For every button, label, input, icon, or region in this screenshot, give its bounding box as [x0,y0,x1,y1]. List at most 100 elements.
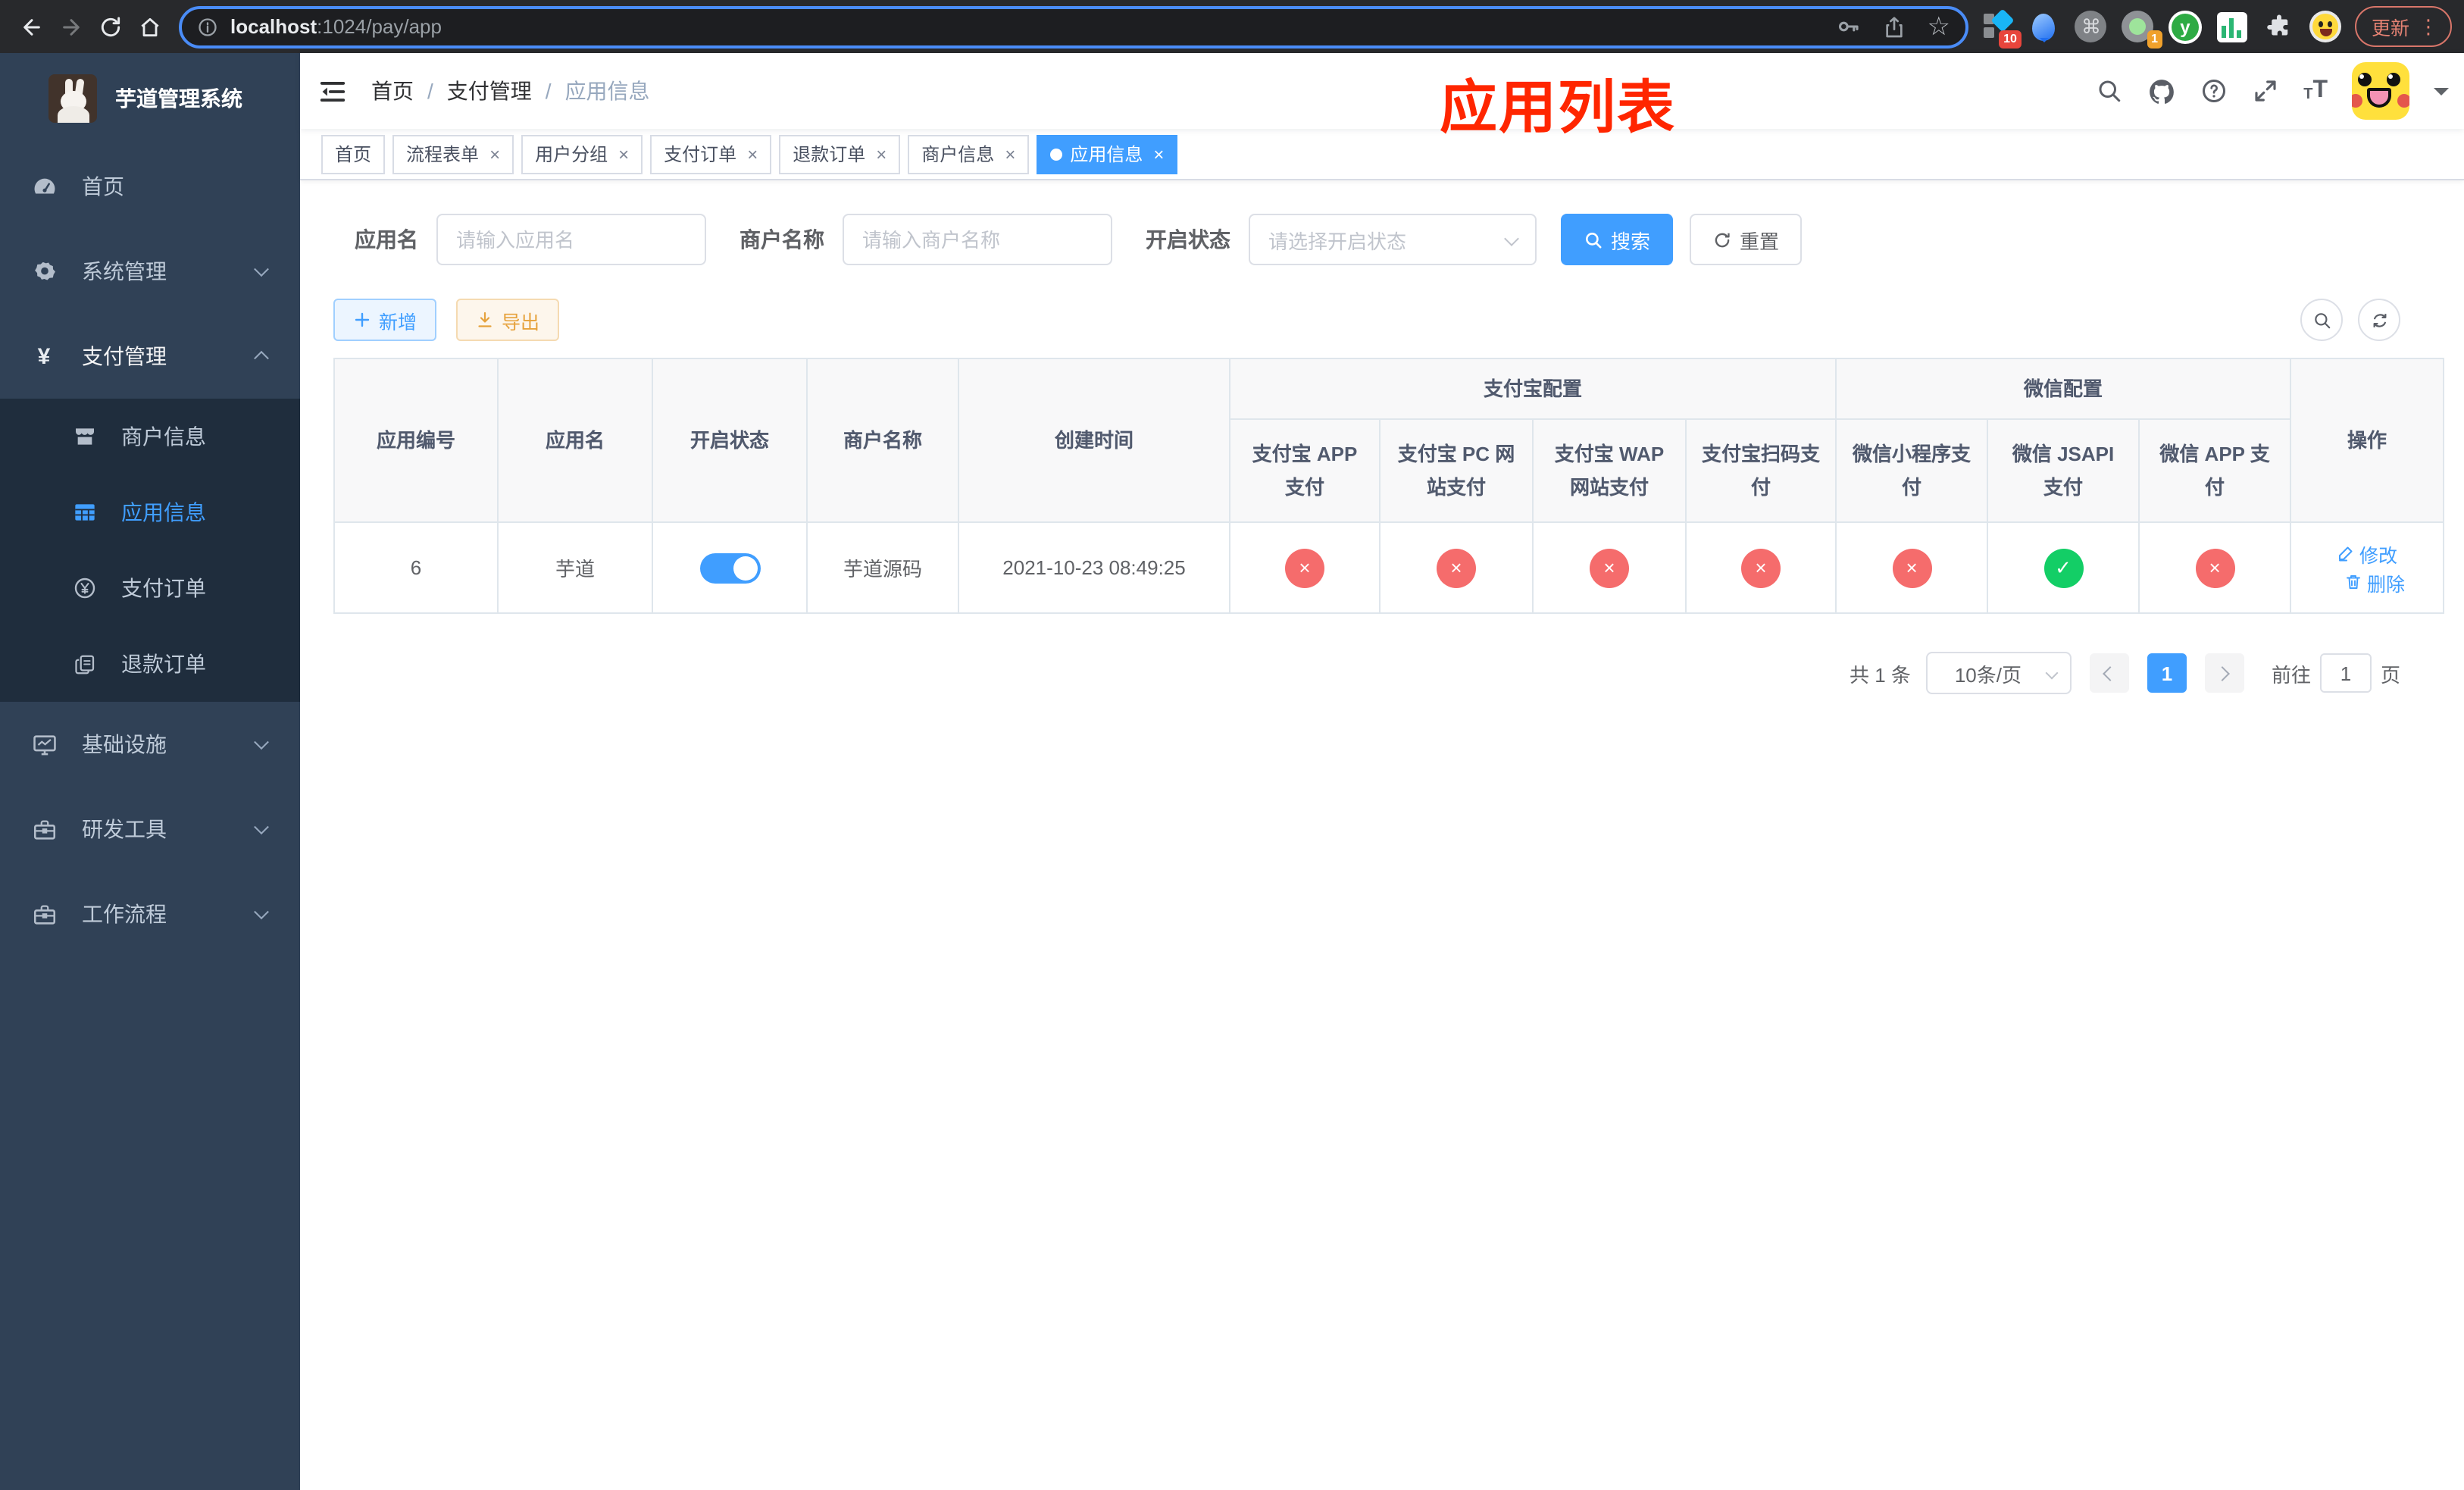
sidebar-item-pay-order[interactable]: 支付订单 [0,550,300,626]
prev-page-button[interactable] [2089,653,2129,693]
sidebar-item-refund-order[interactable]: 退款订单 [0,626,300,702]
password-key-button[interactable] [1834,14,1860,39]
browser-profile-avatar[interactable] [2309,10,2343,43]
search-form: 应用名 商户名称 开启状态 请选择开启状态 搜索 重置 [300,214,2464,265]
share-button[interactable] [1881,14,1906,39]
col-alipay-app: 支付宝 APP 支付 [1229,418,1381,523]
refresh-icon [1715,232,1730,247]
close-icon[interactable]: × [618,145,629,163]
close-icon[interactable]: × [1005,145,1015,163]
tab-merchant-info[interactable]: 商户信息 × [908,134,1030,174]
cell-wechat-jsapi: ✓ [1987,521,2140,614]
edit-link[interactable]: 修改 [2337,539,2397,568]
breadcrumb-payment[interactable]: 支付管理 [447,76,532,106]
breadcrumb-current: 应用信息 [564,79,650,103]
sidebar-item-infra[interactable]: 基础设施 [0,702,300,787]
chevron-down-icon [2045,666,2059,680]
sidebar-logo[interactable]: 芋道管理系统 [0,53,300,144]
page-annotation-title: 应用列表 [1440,77,1677,141]
status-cross-icon: × [1285,548,1324,587]
documents-icon [73,653,97,675]
address-bar[interactable]: localhost:1024/pay/app ☆ [179,5,1968,48]
dashboard-icon [30,174,58,199]
sidebar-collapse-button[interactable] [300,77,362,105]
enabled-switch[interactable] [699,552,760,583]
sidebar-item-system[interactable]: 系统管理 [0,229,300,314]
goto-page-input[interactable] [2319,653,2372,693]
monitor-chart-icon [30,731,58,757]
refresh-table-button[interactable] [2358,299,2400,341]
toggle-search-button[interactable] [2300,299,2343,341]
extension-recorder-icon[interactable]: 1 [2122,10,2162,48]
sidebar-item-devtool[interactable]: 研发工具 [0,787,300,872]
status-select[interactable]: 请选择开启状态 [1249,214,1537,265]
search-button[interactable]: 搜索 [1561,214,1674,265]
next-page-button[interactable] [2204,653,2244,693]
url-text[interactable]: localhost:1024/pay/app [230,15,1813,38]
cell-wechat-app: × [2138,521,2292,614]
col-status: 开启状态 [652,358,808,523]
tab-label: 支付订单 [664,144,737,165]
close-icon[interactable]: × [876,145,886,163]
github-icon [2150,79,2175,103]
cell-created: 2021-10-23 08:49:25 [958,521,1230,614]
cell-alipay-app: × [1229,521,1381,614]
extension-balloon-icon[interactable] [2028,10,2061,43]
export-button[interactable]: 导出 [456,299,560,341]
extension-command-icon[interactable]: ⌘ [2075,10,2108,43]
user-avatar[interactable] [2352,62,2409,120]
search-icon [1586,232,1602,248]
user-menu-caret-icon[interactable] [2434,87,2449,102]
site-info-icon[interactable] [197,16,218,37]
bookmark-star-icon[interactable]: ☆ [1927,14,1950,39]
font-size-button[interactable]: TT [2303,78,2328,103]
col-alipay-qr: 支付宝扫码支付 [1684,418,1837,523]
page-number-button[interactable]: 1 [2147,653,2187,693]
cell-alipay-wap: × [1532,521,1687,614]
browser-menu-icon[interactable]: ⋮ [2419,14,2438,39]
sidebar-item-home[interactable]: 首页 [0,144,300,229]
help-button[interactable] [2200,77,2228,105]
sidebar-item-app-info[interactable]: 应用信息 [0,474,300,550]
browser-home-button[interactable] [130,7,170,46]
breadcrumb-home[interactable]: 首页 [371,76,414,106]
header-search-button[interactable] [2096,77,2123,105]
extension-kanban-icon[interactable] [2215,10,2249,43]
sidebar-item-payment[interactable]: ¥ 支付管理 [0,314,300,399]
browser-forward-button[interactable] [52,7,91,46]
close-icon[interactable]: × [1153,145,1164,163]
col-wechat-app: 微信 APP 支付 [2138,418,2292,523]
tab-process-form[interactable]: 流程表单 × [392,134,514,174]
fullscreen-button[interactable] [2252,77,2279,105]
sidebar-item-workflow[interactable]: 工作流程 [0,872,300,956]
close-icon[interactable]: × [747,145,758,163]
col-created: 创建时间 [958,358,1230,523]
delete-link[interactable]: 删除 [2344,568,2405,596]
github-link[interactable] [2147,77,2176,105]
add-button[interactable]: 新增 [333,299,437,341]
page-size-select[interactable]: 10条/页 [1925,652,2072,694]
refresh-icon [2372,313,2386,327]
sidebar-item-label: 应用信息 [121,500,206,524]
browser-back-button[interactable] [12,7,52,46]
browser-reload-button[interactable] [91,7,130,46]
extension-pixel-icon[interactable]: 10 [1981,8,2022,48]
sidebar-item-merchant-info[interactable]: 商户信息 [0,399,300,474]
extensions-puzzle-icon[interactable] [2262,10,2296,43]
app-name-input[interactable] [436,214,706,265]
extension-y-icon[interactable]: y [2168,10,2202,43]
close-icon[interactable]: × [489,145,500,163]
export-button-label: 导出 [502,311,540,333]
reset-button[interactable]: 重置 [1690,214,1803,265]
tab-app-info[interactable]: 应用信息 × [1037,134,1178,174]
merchant-name-input[interactable] [843,214,1112,265]
col-app-name: 应用名 [497,358,653,523]
tab-home[interactable]: 首页 [321,134,386,174]
tab-user-group[interactable]: 用户分组 × [521,134,643,174]
sidebar-item-label: 工作流程 [82,902,167,926]
gear-icon [30,258,58,284]
home-icon [141,17,159,36]
browser-update-button[interactable]: 更新 ⋮ [2354,6,2452,47]
tab-pay-order[interactable]: 支付订单 × [650,134,772,174]
tab-refund-order[interactable]: 退款订单 × [779,134,901,174]
